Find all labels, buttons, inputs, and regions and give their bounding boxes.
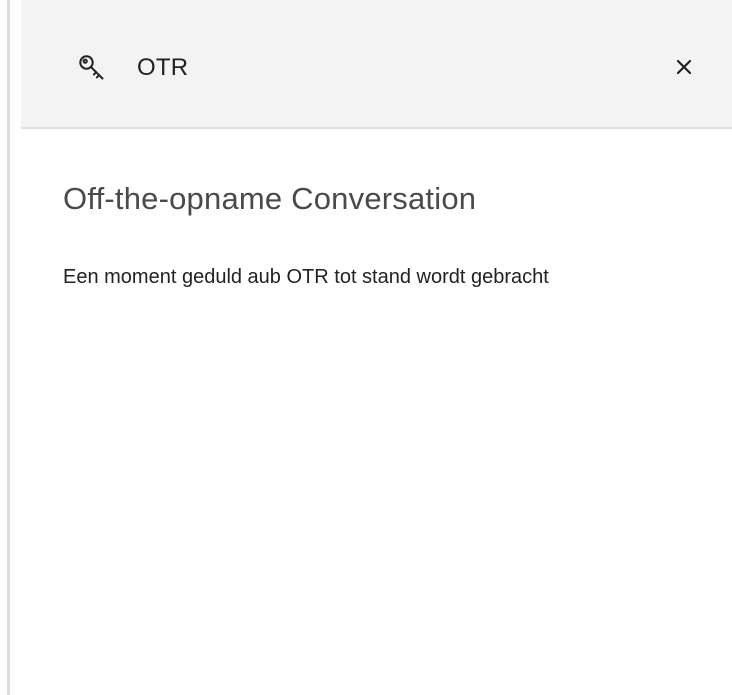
content-title: Off-the-opname Conversation	[63, 181, 477, 216]
key-icon	[78, 54, 106, 82]
close-button[interactable]	[669, 52, 699, 82]
header-title: OTR	[137, 54, 189, 81]
left-border-strip	[7, 0, 10, 695]
otr-window: OTR Off-the-opname Conversation Een mome…	[0, 0, 732, 695]
key-icon-graphic	[79, 55, 104, 80]
otr-panel: OTR Off-the-opname Conversation Een mome…	[21, 0, 732, 695]
close-icon-graphic	[676, 59, 692, 75]
status-message: Een moment geduld aub OTR tot stand word…	[63, 266, 549, 288]
left-border	[0, 0, 10, 695]
panel-header: OTR	[21, 0, 732, 129]
close-icon	[669, 52, 699, 82]
